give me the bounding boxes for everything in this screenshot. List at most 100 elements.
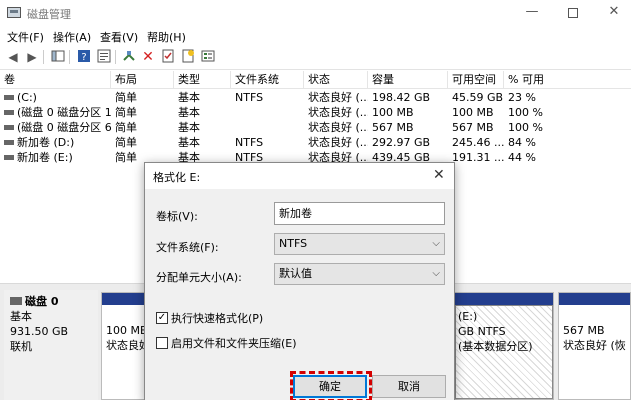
cell-capacity: 567 MB <box>372 121 414 134</box>
compression-option[interactable]: 启用文件和文件夹压缩(E) <box>156 335 297 351</box>
toolbar-separator <box>69 50 70 64</box>
column-layout[interactable]: 布局 <box>111 71 174 89</box>
column-free-space[interactable]: 可用空间 <box>448 71 504 89</box>
dialog-title: 格式化 E: <box>153 171 201 184</box>
allocation-size-select[interactable]: 默认值 ⌵ <box>274 263 445 285</box>
properties-icon[interactable] <box>96 49 112 65</box>
allocation-size-label: 分配单元大小(A): <box>156 271 242 284</box>
cell-type: 基本 <box>178 136 200 149</box>
table-row[interactable]: 新加卷 (D:) 简单 基本 NTFS 状态良好 (... 292.97 GB … <box>0 135 631 150</box>
filesystem-value: NTFS <box>279 237 308 250</box>
column-type[interactable]: 类型 <box>174 71 231 89</box>
cell-layout: 简单 <box>115 106 137 119</box>
partition-band <box>559 293 630 305</box>
volume-label-input[interactable]: 新加卷 <box>274 202 445 225</box>
disk-size: 931.50 GB <box>10 325 69 338</box>
compression-checkbox[interactable] <box>156 337 168 349</box>
cell-volume: 新加卷 (D:) <box>17 136 75 149</box>
new-icon[interactable] <box>180 49 196 65</box>
compression-label: 启用文件和文件夹压缩(E) <box>171 337 297 350</box>
menu-file[interactable]: 文件(F) <box>7 29 44 45</box>
partition-fs: GB NTFS <box>458 325 506 338</box>
column-filesystem[interactable]: 文件系统 <box>231 71 304 89</box>
cell-filesystem <box>231 120 304 135</box>
delete-icon[interactable]: ✕ <box>140 49 156 65</box>
forward-arrow-icon[interactable]: ▶ <box>24 49 40 65</box>
volume-icon <box>4 109 14 115</box>
cell-percent-free: 100 % <box>508 106 543 119</box>
maximize-icon <box>568 8 578 18</box>
svg-text:?: ? <box>81 52 86 63</box>
partition-band <box>455 293 553 305</box>
check-icon[interactable] <box>160 49 176 65</box>
volume-icon <box>4 124 14 130</box>
column-volume[interactable]: 卷 <box>0 71 111 89</box>
table-row[interactable]: (C:) 简单 基本 NTFS 状态良好 (... 198.42 GB 45.5… <box>0 90 631 105</box>
partition-size: 567 MB <box>563 324 605 337</box>
disk-name: 磁盘 0 <box>25 295 59 308</box>
quick-format-label: 执行快速格式化(P) <box>171 312 264 325</box>
maximize-button[interactable] <box>551 0 595 26</box>
cell-free-space: 45.59 GB <box>452 91 504 104</box>
cell-volume: (磁盘 0 磁盘分区 6) <box>17 121 111 134</box>
menu-action[interactable]: 操作(A) <box>53 29 91 45</box>
chevron-down-icon: ⌵ <box>432 238 440 249</box>
table-row[interactable]: (磁盘 0 磁盘分区 1) 简单 基本 状态良好 (... 100 MB 100… <box>0 105 631 120</box>
disk-management-icon <box>7 7 21 18</box>
connect-icon[interactable] <box>121 49 137 65</box>
volume-icon <box>4 139 14 145</box>
toolbar: ◀ ▶ ? ✕ <box>0 44 631 70</box>
cell-percent-free: 84 % <box>508 136 536 149</box>
cancel-button[interactable]: 取消 <box>372 375 446 398</box>
chevron-down-icon: ⌵ <box>432 268 440 279</box>
cell-percent-free: 100 % <box>508 121 543 134</box>
cell-capacity: 100 MB <box>372 106 414 119</box>
cell-free-space: 100 MB <box>452 106 494 119</box>
window-titlebar: 磁盘管理 — ✕ <box>0 0 631 26</box>
disk-type: 基本 <box>10 310 32 323</box>
cell-volume: (C:) <box>17 91 37 104</box>
quick-format-option[interactable]: ✓ 执行快速格式化(P) <box>156 310 263 326</box>
help-icon[interactable]: ? <box>76 49 92 65</box>
cell-volume: (磁盘 0 磁盘分区 1) <box>17 106 111 119</box>
cell-percent-free: 23 % <box>508 91 536 104</box>
volume-label-text: 卷标(V): <box>156 210 198 223</box>
cell-type: 基本 <box>178 106 200 119</box>
options-icon[interactable] <box>200 49 216 65</box>
filesystem-select[interactable]: NTFS ⌵ <box>274 233 445 255</box>
filesystem-label: 文件系统(F): <box>156 241 219 254</box>
cell-free-space: 567 MB <box>452 121 494 134</box>
partition-status: 状态良好 (恢 <box>563 339 626 352</box>
column-capacity[interactable]: 容量 <box>368 71 448 89</box>
cell-capacity: 198.42 GB <box>372 91 431 104</box>
partition-band <box>102 293 150 305</box>
ok-button-highlight <box>290 371 372 400</box>
dialog-close-icon[interactable]: ✕ <box>433 167 445 183</box>
table-row[interactable]: (磁盘 0 磁盘分区 6) 简单 基本 状态良好 (... 567 MB 567… <box>0 120 631 135</box>
cell-volume: 新加卷 (E:) <box>17 151 73 164</box>
cell-layout: 简单 <box>115 136 137 149</box>
cell-layout: 简单 <box>115 91 137 104</box>
console-tree-icon[interactable] <box>50 49 66 65</box>
back-arrow-icon[interactable]: ◀ <box>5 49 21 65</box>
minimize-button[interactable]: — <box>510 0 554 26</box>
disk-icon <box>10 297 22 305</box>
toolbar-separator <box>43 50 44 64</box>
window-title: 磁盘管理 <box>27 8 71 21</box>
cell-filesystem: NTFS <box>235 136 264 149</box>
cell-status: 状态良好 (... <box>308 136 368 149</box>
partition-recovery[interactable]: 567 MB 状态良好 (恢 <box>558 292 631 400</box>
quick-format-checkbox[interactable]: ✓ <box>156 312 168 324</box>
menu-view[interactable]: 查看(V) <box>100 29 138 45</box>
partition-e[interactable]: (E:) GB NTFS (基本数据分区) <box>454 292 554 400</box>
disk-0-label[interactable]: 磁盘 0 基本 931.50 GB 联机 <box>4 290 98 400</box>
column-percent-free[interactable]: % 可用 <box>504 71 631 89</box>
cell-capacity: 292.97 GB <box>372 136 431 149</box>
cell-free-space: 191.31 ... <box>452 151 504 164</box>
column-status[interactable]: 状态 <box>304 71 368 89</box>
menu-help[interactable]: 帮助(H) <box>147 29 186 45</box>
cell-percent-free: 44 % <box>508 151 536 164</box>
close-button[interactable]: ✕ <box>592 0 631 26</box>
allocation-size-value: 默认值 <box>279 267 312 280</box>
cell-status: 状态良好 (... <box>308 121 368 134</box>
